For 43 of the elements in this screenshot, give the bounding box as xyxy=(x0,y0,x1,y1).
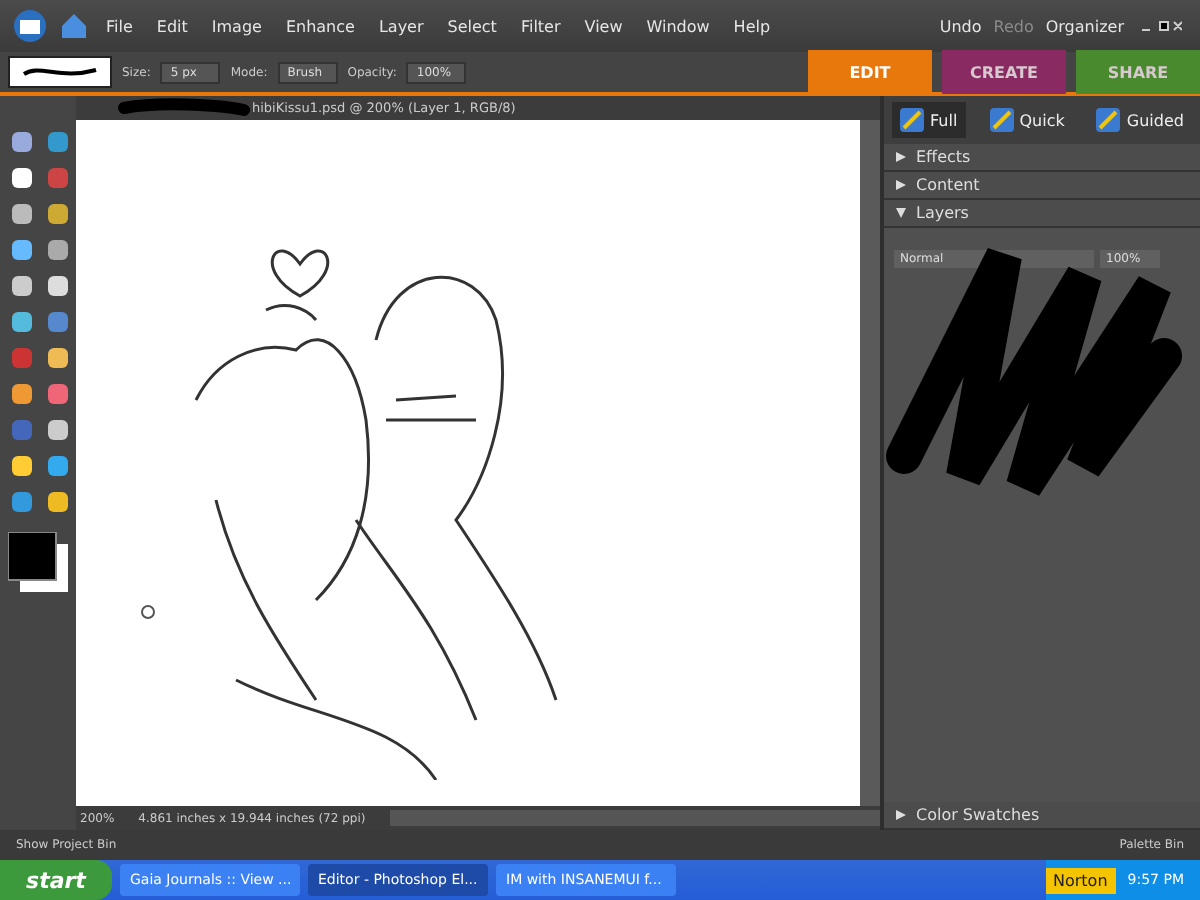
pencil-icon xyxy=(900,108,924,132)
menu-item[interactable]: Select xyxy=(441,17,503,35)
expand-triangle-icon[interactable] xyxy=(896,152,906,162)
history-button[interactable]: Undo xyxy=(939,17,982,35)
pencil-icon xyxy=(1096,108,1121,132)
brush-cursor-icon xyxy=(141,605,155,619)
window-controls-icon[interactable] xyxy=(1136,17,1188,35)
vertical-scrollbar[interactable] xyxy=(860,120,880,806)
palette-title: Effects xyxy=(916,148,971,166)
palette-header[interactable]: Content xyxy=(884,172,1200,200)
norton-badge[interactable]: Norton xyxy=(1045,867,1116,893)
home-icon[interactable] xyxy=(60,12,88,40)
horizontal-scrollbar[interactable] xyxy=(389,810,880,826)
palette-header[interactable]: Effects xyxy=(884,144,1200,172)
brush-preview[interactable] xyxy=(8,56,112,88)
start-button[interactable]: start xyxy=(0,860,112,900)
menu-item[interactable]: Help xyxy=(727,17,777,35)
edit-mode-tab[interactable]: Quick xyxy=(981,102,1073,138)
brush-stroke-icon xyxy=(20,64,100,80)
color-swatch-icon[interactable] xyxy=(8,532,68,592)
camera-logo-icon[interactable] xyxy=(12,8,48,44)
palette-title: Content xyxy=(916,176,980,194)
expand-triangle-icon[interactable] xyxy=(896,810,906,820)
workspace-tab[interactable]: CREATE xyxy=(942,50,1066,94)
menu-item[interactable]: Image xyxy=(205,17,268,35)
palette-title: Color Swatches xyxy=(916,806,1040,824)
menu-item[interactable]: Layer xyxy=(372,17,430,35)
palette-header[interactable]: Color Swatches xyxy=(884,802,1200,830)
menu-item[interactable]: Window xyxy=(640,17,716,35)
pencil-icon xyxy=(989,108,1014,132)
palette-header[interactable]: Layers xyxy=(884,200,1200,228)
palette-title: Layers xyxy=(916,204,969,222)
edit-mode-tab[interactable]: Guided xyxy=(1088,102,1192,138)
menu-item[interactable]: File xyxy=(100,17,139,35)
menu-item[interactable]: Edit xyxy=(150,17,194,35)
expand-triangle-icon[interactable] xyxy=(896,180,906,190)
organizer-button[interactable]: Organizer xyxy=(1045,17,1124,35)
edit-mode-tab[interactable]: Full xyxy=(892,102,966,138)
collapse-triangle-icon[interactable] xyxy=(896,208,906,218)
menu-item[interactable]: View xyxy=(578,17,629,35)
menu-item[interactable]: Enhance xyxy=(279,17,361,35)
redaction-scribble xyxy=(116,98,252,118)
menu-item[interactable]: Filter xyxy=(514,17,567,35)
